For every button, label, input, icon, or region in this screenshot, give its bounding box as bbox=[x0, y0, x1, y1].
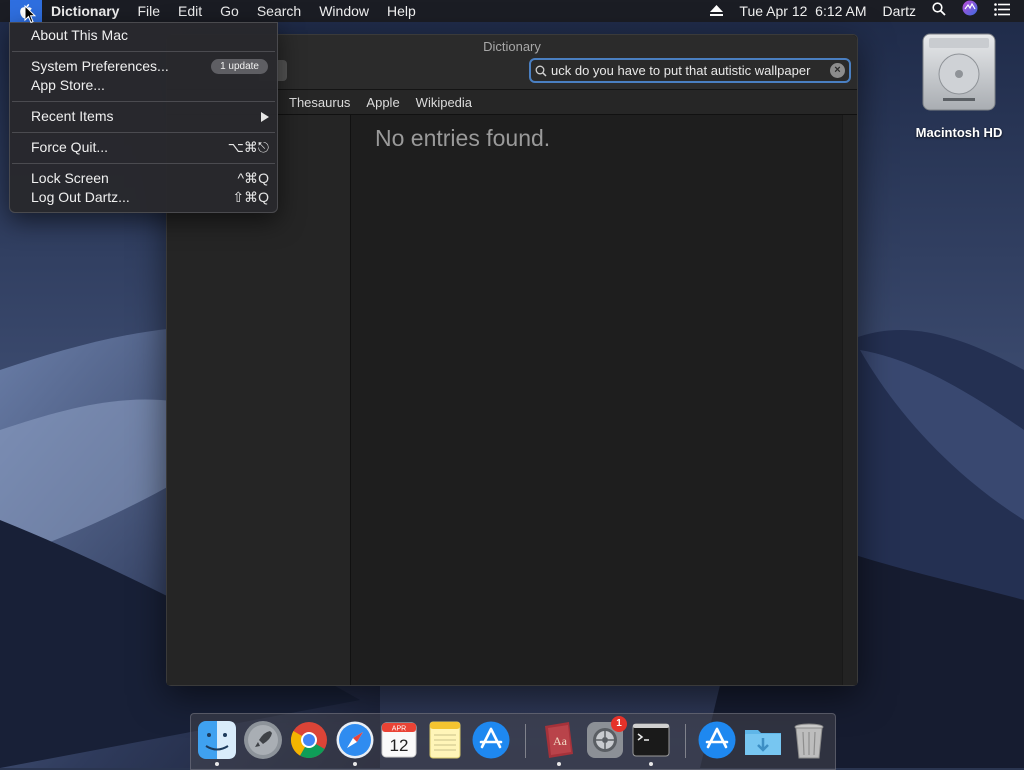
app-store-label: App Store... bbox=[31, 77, 105, 93]
menu-app-name[interactable]: Dictionary bbox=[42, 0, 128, 22]
submenu-arrow-icon bbox=[261, 107, 269, 127]
scope-apple[interactable]: Apple bbox=[358, 95, 407, 110]
log-out-label: Log Out Dartz... bbox=[31, 189, 130, 205]
log-out-shortcut: ⇧⌘Q bbox=[232, 189, 269, 205]
menu-search[interactable]: Search bbox=[248, 0, 310, 22]
safari-compass-icon bbox=[336, 721, 374, 759]
dock-finder[interactable] bbox=[197, 720, 237, 760]
about-label: About This Mac bbox=[31, 27, 129, 43]
dictionary-book-icon: Aa bbox=[545, 722, 573, 758]
terminal-icon bbox=[632, 723, 670, 757]
running-indicator bbox=[649, 762, 653, 766]
no-entries-message: No entries found. bbox=[375, 125, 551, 151]
force-quit-label: Force Quit... bbox=[31, 139, 109, 155]
hard-drive-icon bbox=[922, 33, 996, 111]
dock-divider bbox=[685, 724, 686, 758]
chrome-icon bbox=[290, 722, 327, 759]
dock-safari[interactable] bbox=[335, 720, 375, 760]
menu-item-app-store[interactable]: App Store... bbox=[31, 76, 269, 95]
macintosh-hd-label: Macintosh HD bbox=[915, 125, 1003, 140]
menu-edit[interactable]: Edit bbox=[169, 0, 211, 22]
recent-items-label: Recent Items bbox=[31, 108, 114, 124]
app-store-icon bbox=[472, 721, 510, 759]
search-input[interactable] bbox=[551, 63, 826, 78]
dictionary-glyph: Aa bbox=[553, 734, 568, 748]
menu-go[interactable]: Go bbox=[211, 0, 248, 22]
dock-calendar[interactable]: APR 12 bbox=[379, 720, 419, 760]
dock-downloads[interactable] bbox=[743, 720, 783, 760]
menu-item-log-out[interactable]: Log Out Dartz... ⇧⌘Q bbox=[31, 188, 269, 207]
menu-file[interactable]: File bbox=[128, 0, 169, 22]
menu-bar: Dictionary File Edit Go Search Window He… bbox=[0, 0, 1024, 22]
menubar-user[interactable]: Dartz bbox=[875, 0, 924, 22]
system-preferences-badge: 1 bbox=[611, 716, 627, 732]
running-indicator bbox=[353, 762, 357, 766]
dictionary-search-field[interactable]: × bbox=[529, 58, 851, 83]
notes-icon bbox=[429, 721, 461, 759]
apple-menu-dropdown: About This Mac System Preferences... 1 u… bbox=[9, 22, 278, 213]
force-quit-shortcut: ⌥⌘⎋ bbox=[227, 139, 269, 155]
lock-screen-label: Lock Screen bbox=[31, 170, 109, 186]
menu-separator bbox=[12, 101, 275, 102]
menu-item-system-preferences[interactable]: System Preferences... 1 update bbox=[31, 57, 269, 76]
dock-app-store[interactable] bbox=[471, 720, 511, 760]
menu-item-force-quit[interactable]: Force Quit... ⌥⌘⎋ bbox=[31, 138, 269, 157]
dock-app-store-folder[interactable] bbox=[697, 720, 737, 760]
menu-separator bbox=[12, 51, 275, 52]
menu-window[interactable]: Window bbox=[310, 0, 378, 22]
dock-notes[interactable] bbox=[425, 720, 465, 760]
macintosh-hd-desktop-icon[interactable]: Macintosh HD bbox=[905, 32, 1013, 140]
calendar-icon: APR 12 bbox=[381, 722, 417, 758]
dock-terminal[interactable] bbox=[631, 720, 671, 760]
dock-chrome[interactable] bbox=[289, 720, 329, 760]
scope-wikipedia[interactable]: Wikipedia bbox=[408, 95, 480, 110]
menubar-clock[interactable]: Tue Apr 12 6:12 AM bbox=[731, 0, 874, 22]
system-preferences-label: System Preferences... bbox=[31, 58, 169, 74]
update-badge: 1 update bbox=[211, 59, 268, 74]
menu-item-recent-items[interactable]: Recent Items bbox=[31, 107, 269, 126]
scope-thesaurus[interactable]: Thesaurus bbox=[281, 95, 358, 110]
menu-item-lock-screen[interactable]: Lock Screen ^⌘Q bbox=[31, 169, 269, 188]
notification-center-icon[interactable] bbox=[986, 0, 1024, 22]
running-indicator bbox=[215, 762, 219, 766]
clear-search-icon[interactable]: × bbox=[830, 63, 845, 78]
calendar-day: 12 bbox=[390, 736, 409, 755]
dock: APR 12 Aa bbox=[190, 713, 836, 770]
launchpad-rocket-icon bbox=[244, 721, 282, 759]
definition-pane: No entries found. bbox=[351, 115, 843, 685]
dock-trash[interactable] bbox=[789, 720, 829, 760]
scrollbar[interactable] bbox=[842, 115, 857, 685]
mouse-cursor-icon bbox=[24, 5, 36, 24]
siri-icon[interactable] bbox=[954, 0, 986, 22]
spotlight-search-icon[interactable] bbox=[924, 0, 954, 22]
lock-screen-shortcut: ^⌘Q bbox=[237, 170, 269, 186]
dock-dictionary[interactable]: Aa bbox=[539, 720, 579, 760]
menu-item-about-this-mac[interactable]: About This Mac bbox=[31, 26, 269, 45]
downloads-folder-icon bbox=[745, 730, 781, 755]
eject-icon[interactable] bbox=[702, 0, 731, 22]
trash-icon bbox=[794, 723, 824, 759]
finder-icon bbox=[198, 721, 236, 759]
running-indicator bbox=[557, 762, 561, 766]
dock-launchpad[interactable] bbox=[243, 720, 283, 760]
calendar-month: APR bbox=[392, 726, 406, 733]
menu-separator bbox=[12, 132, 275, 133]
menu-help[interactable]: Help bbox=[378, 0, 425, 22]
app-store-icon bbox=[698, 721, 736, 759]
search-icon bbox=[531, 65, 551, 77]
menu-separator bbox=[12, 163, 275, 164]
dock-divider bbox=[525, 724, 526, 758]
